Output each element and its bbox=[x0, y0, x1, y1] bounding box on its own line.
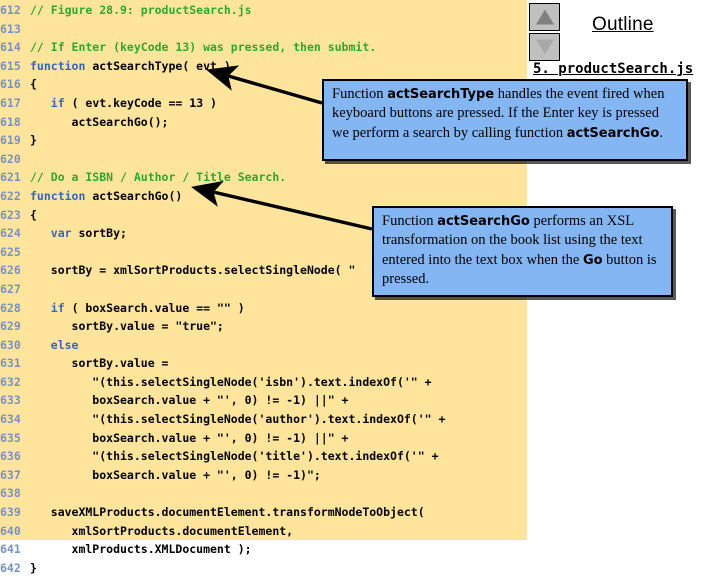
code-token: { bbox=[30, 207, 37, 222]
code-token: boxSearch.value + "', 0) != -1)"; bbox=[30, 467, 321, 482]
line-number: 615 bbox=[0, 58, 21, 73]
code-token: { bbox=[30, 77, 37, 92]
line-number: 619 bbox=[0, 133, 21, 148]
code-token: "(this.selectSingleNode('title').text.in… bbox=[30, 449, 439, 464]
code-token: sortBy; bbox=[71, 226, 127, 241]
line-number: 622 bbox=[0, 188, 21, 203]
line-number: 630 bbox=[0, 337, 21, 352]
code-line: 642} bbox=[0, 559, 720, 577]
line-number: 632 bbox=[0, 374, 21, 389]
code-token: sortBy = xmlSortProducts.selectSingleNod… bbox=[30, 263, 356, 278]
line-number: 642 bbox=[0, 560, 21, 575]
line-number: 634 bbox=[0, 412, 21, 427]
code-token: "(this.selectSingleNode('isbn').text.ind… bbox=[30, 374, 432, 389]
scroll-down-button[interactable] bbox=[529, 33, 560, 61]
line-number: 621 bbox=[0, 170, 21, 185]
line-number: 638 bbox=[0, 486, 21, 501]
line-number: 626 bbox=[0, 263, 21, 278]
callout-act-search-go: Function actSearchGo performs an XSL tra… bbox=[372, 206, 673, 297]
code-token: function bbox=[30, 58, 93, 73]
line-number: 631 bbox=[0, 356, 21, 371]
line-number: 633 bbox=[0, 393, 21, 408]
outline-heading: Outline bbox=[592, 14, 654, 35]
code-token: sortBy.value = bbox=[30, 356, 169, 371]
code-token: ( evt.keyCode == 13 ) bbox=[64, 95, 217, 110]
code-token: // Figure 28.9: productSearch.js bbox=[30, 3, 252, 17]
code-token: if bbox=[50, 95, 65, 110]
line-number: 617 bbox=[0, 95, 21, 110]
triangle-down-icon bbox=[535, 39, 554, 55]
line-number: 618 bbox=[0, 114, 21, 129]
line-number: 613 bbox=[0, 21, 21, 36]
code-token: // If Enter (keyCode 13) was pressed, th… bbox=[30, 40, 377, 55]
code-token: sortBy.value = "true"; bbox=[30, 319, 224, 334]
line-number: 629 bbox=[0, 319, 21, 334]
code-token: boxSearch.value + "', 0) != -1) ||" + bbox=[30, 430, 349, 445]
line-number: 616 bbox=[0, 77, 21, 92]
code-token: if bbox=[50, 300, 65, 315]
code-token: saveXMLProducts.documentElement.transfor… bbox=[30, 505, 425, 520]
code-token: actSearchType( evt ) bbox=[92, 58, 231, 73]
scroll-up-button[interactable] bbox=[529, 3, 560, 31]
code-token: function bbox=[30, 188, 93, 203]
code-token: var bbox=[50, 226, 72, 241]
code-token: "(this.selectSingleNode('author').text.i… bbox=[30, 412, 446, 427]
code-token: ( boxSearch.value == "" ) bbox=[64, 300, 245, 315]
line-number: 635 bbox=[0, 430, 21, 445]
line-number: 637 bbox=[0, 467, 21, 482]
line-number: 628 bbox=[0, 300, 21, 315]
line-number: 627 bbox=[0, 281, 21, 296]
line-number: 624 bbox=[0, 226, 21, 241]
outline-entry-product-search[interactable]: 5. productSearch.js bbox=[533, 61, 693, 77]
line-number: 625 bbox=[0, 244, 21, 259]
code-token: boxSearch.value + "', 0) != -1) ||" + bbox=[30, 393, 349, 408]
code-token: xmlProducts.XMLDocument ); bbox=[30, 542, 252, 557]
line-number: 639 bbox=[0, 505, 21, 520]
code-token: } bbox=[30, 560, 37, 575]
callout-act-search-type: Function actSearchType handles the event… bbox=[322, 79, 688, 161]
code-token: xmlSortProducts.documentElement, bbox=[30, 523, 294, 538]
line-number: 636 bbox=[0, 449, 21, 464]
callout-act-search-type-text: Function actSearchType handles the event… bbox=[332, 86, 665, 141]
triangle-up-icon bbox=[535, 9, 554, 25]
code-token: } bbox=[30, 133, 37, 148]
line-number: 620 bbox=[0, 151, 21, 166]
code-token: else bbox=[50, 337, 79, 352]
line-number: 640 bbox=[0, 523, 21, 538]
code-token: // Do a ISBN / Author / Title Search. bbox=[30, 170, 287, 185]
callout-act-search-go-text: Function actSearchGo performs an XSL tra… bbox=[382, 213, 657, 288]
code-token: actSearchGo(); bbox=[30, 114, 169, 129]
code-line: 641 xmlProducts.XMLDocument ); bbox=[0, 540, 720, 559]
line-number: 641 bbox=[0, 542, 21, 557]
code-token: actSearchGo() bbox=[92, 188, 183, 203]
line-number: 614 bbox=[0, 40, 21, 55]
line-number: 612 bbox=[0, 3, 21, 17]
line-number: 623 bbox=[0, 207, 21, 222]
